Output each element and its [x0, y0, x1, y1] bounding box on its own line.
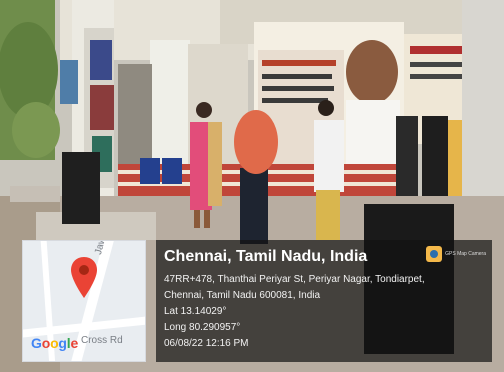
google-logo-letter: o — [41, 335, 51, 351]
google-logo-letter: e — [70, 335, 79, 351]
latitude: Lat 13.14029° — [164, 306, 227, 317]
map-street-label: Cross Rd — [81, 335, 123, 346]
longitude: Long 80.290957° — [164, 322, 241, 333]
geotagged-photo: Jawaharlal Neh... Cross Rd Google GPS Ma… — [0, 0, 504, 372]
google-logo: Google — [31, 335, 78, 351]
gps-map-camera-label: GPS Map Camera — [445, 251, 486, 257]
gps-map-camera-icon — [426, 246, 443, 262]
location-title: Chennai, Tamil Nadu, India — [164, 248, 368, 265]
map-thumbnail: Jawaharlal Neh... Cross Rd Google — [22, 240, 146, 362]
map-pin-icon — [71, 257, 97, 298]
google-logo-letter: G — [31, 335, 42, 351]
address-line-2: Chennai, Tamil Nadu 600081, India — [164, 290, 321, 301]
google-logo-letter: g — [58, 335, 67, 351]
address-line-1: 47RR+478, Thanthai Periyar St, Periyar N… — [164, 274, 425, 285]
gps-map-camera-badge: GPS Map Camera — [426, 246, 486, 262]
date-time: 06/08/22 12:16 PM — [164, 338, 249, 349]
location-info-panel: GPS Map Camera Chennai, Tamil Nadu, Indi… — [156, 240, 492, 362]
